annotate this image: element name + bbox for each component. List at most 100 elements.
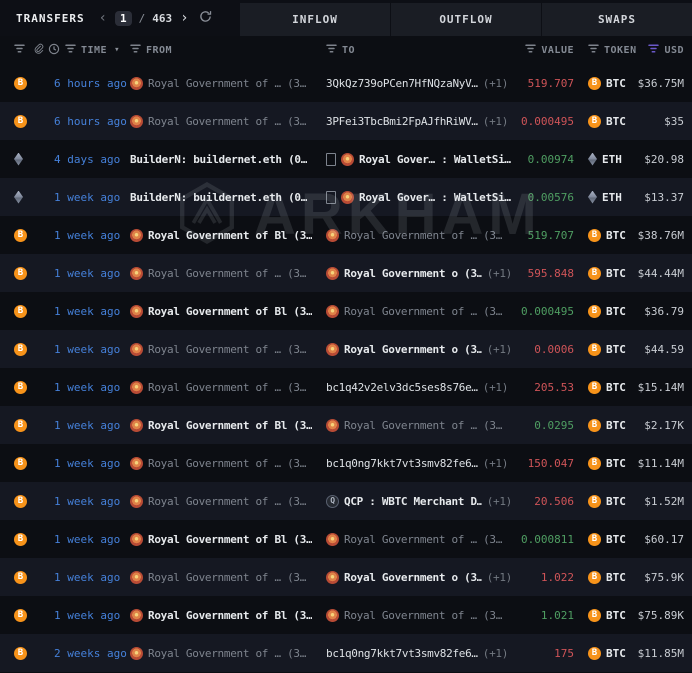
transfer-time[interactable]: 6 hours ago bbox=[42, 115, 130, 128]
filter-icon[interactable] bbox=[525, 44, 536, 56]
from-entity[interactable]: BuilderN: buildernet.eth (0… bbox=[130, 153, 307, 166]
to-entity[interactable]: Royal Government of … (3… bbox=[344, 305, 502, 318]
token-cell[interactable]: BBTC bbox=[574, 115, 636, 128]
to-entity[interactable]: Royal Government o (3… bbox=[344, 267, 482, 280]
from-cell[interactable]: Royal Government of … (3… bbox=[130, 77, 326, 90]
token-cell[interactable]: BBTC bbox=[574, 267, 636, 280]
to-cell[interactable]: bc1q0ng7kkt7vt3smv82fe6…(+1) bbox=[326, 457, 512, 470]
transfer-time[interactable]: 2 weeks ago bbox=[42, 647, 130, 660]
to-cell[interactable]: Royal Government of … (3… bbox=[326, 533, 512, 546]
from-entity[interactable]: Royal Government of … (3… bbox=[148, 115, 306, 128]
to-entity[interactable]: Royal Gover… : WalletSi… bbox=[359, 191, 511, 204]
table-row[interactable]: 1 week ago BuilderN: buildernet.eth (0… … bbox=[0, 178, 692, 216]
token-cell[interactable]: BBTC bbox=[574, 229, 636, 242]
transfer-time[interactable]: 6 hours ago bbox=[42, 77, 130, 90]
from-cell[interactable]: Royal Government of Bl (3… bbox=[130, 305, 326, 318]
tab-swaps[interactable]: SWAPS bbox=[541, 3, 692, 36]
to-cell[interactable]: Royal Gover… : WalletSi… bbox=[326, 191, 512, 204]
column-header-value[interactable]: VALUE bbox=[512, 44, 574, 56]
token-cell[interactable]: BBTC bbox=[574, 343, 636, 356]
to-entity[interactable]: Royal Government o (3… bbox=[344, 571, 482, 584]
to-cell[interactable]: bc1q0ng7kkt7vt3smv82fe6…(+1) bbox=[326, 647, 512, 660]
transfer-time[interactable]: 1 week ago bbox=[42, 571, 130, 584]
to-cell[interactable]: bc1q42v2elv3dc5ses8s76e…(+1) bbox=[326, 381, 512, 394]
token-cell[interactable]: BBTC bbox=[574, 77, 636, 90]
to-cell[interactable]: Royal Government of … (3… bbox=[326, 609, 512, 622]
filter-icon[interactable] bbox=[588, 44, 599, 56]
from-entity[interactable]: Royal Government of Bl (3… bbox=[148, 419, 312, 432]
transfer-time[interactable]: 1 week ago bbox=[42, 419, 130, 432]
column-header-to[interactable]: TO bbox=[326, 44, 512, 56]
to-entity[interactable]: Royal Government of … (3… bbox=[344, 419, 502, 432]
prev-page-button[interactable]: ‹ bbox=[98, 11, 108, 25]
filter-icon[interactable] bbox=[65, 44, 76, 56]
table-row[interactable]: B 1 week ago Royal Government of Bl (3… … bbox=[0, 216, 692, 254]
from-cell[interactable]: Royal Government of Bl (3… bbox=[130, 229, 326, 242]
column-header-token[interactable]: TOKEN bbox=[574, 44, 636, 56]
tab-inflow[interactable]: INFLOW bbox=[240, 3, 390, 36]
transfer-time[interactable]: 1 week ago bbox=[42, 495, 130, 508]
transfer-time[interactable]: 1 week ago bbox=[42, 457, 130, 470]
from-cell[interactable]: Royal Government of … (3… bbox=[130, 571, 326, 584]
column-header-from[interactable]: FROM bbox=[130, 44, 326, 56]
from-cell[interactable]: Royal Government of Bl (3… bbox=[130, 533, 326, 546]
to-cell[interactable]: 3PFei3TbcBmi2FpAJfhRiWV…(+1) bbox=[326, 115, 512, 128]
transfer-time[interactable]: 1 week ago bbox=[42, 609, 130, 622]
to-entity[interactable]: 3PFei3TbcBmi2FpAJfhRiWV… bbox=[326, 115, 478, 128]
from-cell[interactable]: Royal Government of … (3… bbox=[130, 343, 326, 356]
table-row[interactable]: 4 days ago BuilderN: buildernet.eth (0… … bbox=[0, 140, 692, 178]
from-cell[interactable]: Royal Government of … (3… bbox=[130, 267, 326, 280]
from-cell[interactable]: Royal Government of Bl (3… bbox=[130, 419, 326, 432]
transfer-time[interactable]: 1 week ago bbox=[42, 381, 130, 394]
transfer-time[interactable]: 1 week ago bbox=[42, 191, 130, 204]
to-cell[interactable]: Royal Government o (3…(+1) bbox=[326, 267, 512, 280]
filter-icon[interactable] bbox=[14, 44, 25, 56]
from-entity[interactable]: Royal Government of Bl (3… bbox=[148, 533, 312, 546]
to-entity[interactable]: Royal Government o (3… bbox=[344, 343, 482, 356]
token-cell[interactable]: ETH bbox=[574, 191, 636, 204]
from-entity[interactable]: BuilderN: buildernet.eth (0… bbox=[130, 191, 307, 204]
table-row[interactable]: B 2 weeks ago Royal Government of … (3… … bbox=[0, 634, 692, 672]
to-cell[interactable]: QQCP : WBTC Merchant D…(+1) bbox=[326, 495, 512, 508]
filter-icon[interactable] bbox=[326, 44, 337, 56]
from-entity[interactable]: Royal Government of Bl (3… bbox=[148, 229, 312, 242]
transfer-time[interactable]: 1 week ago bbox=[42, 229, 130, 242]
next-page-button[interactable]: › bbox=[179, 11, 189, 25]
token-cell[interactable]: BBTC bbox=[574, 647, 636, 660]
transfer-time[interactable]: 4 days ago bbox=[42, 153, 130, 166]
from-entity[interactable]: Royal Government of … (3… bbox=[148, 381, 306, 394]
to-entity[interactable]: Royal Government of … (3… bbox=[344, 533, 502, 546]
to-cell[interactable]: Royal Government of … (3… bbox=[326, 419, 512, 432]
to-entity[interactable]: bc1q42v2elv3dc5ses8s76e… bbox=[326, 381, 478, 394]
filter-icon-active[interactable] bbox=[648, 44, 659, 56]
token-cell[interactable]: ETH bbox=[574, 153, 636, 166]
from-entity[interactable]: Royal Government of … (3… bbox=[148, 457, 306, 470]
from-entity[interactable]: Royal Government of … (3… bbox=[148, 343, 306, 356]
transfers-tab[interactable]: TRANSFERS ‹ 1 / 463 › bbox=[0, 0, 240, 36]
from-entity[interactable]: Royal Government of … (3… bbox=[148, 647, 306, 660]
transfer-time[interactable]: 1 week ago bbox=[42, 343, 130, 356]
to-entity[interactable]: QCP : WBTC Merchant D… bbox=[344, 495, 482, 508]
token-cell[interactable]: BBTC bbox=[574, 457, 636, 470]
table-row[interactable]: B 1 week ago Royal Government of … (3… R… bbox=[0, 330, 692, 368]
token-cell[interactable]: BBTC bbox=[574, 609, 636, 622]
from-entity[interactable]: Royal Government of … (3… bbox=[148, 571, 306, 584]
table-row[interactable]: B 1 week ago Royal Government of Bl (3… … bbox=[0, 292, 692, 330]
transfer-time[interactable]: 1 week ago bbox=[42, 267, 130, 280]
token-cell[interactable]: BBTC bbox=[574, 419, 636, 432]
from-entity[interactable]: Royal Government of … (3… bbox=[148, 495, 306, 508]
from-entity[interactable]: Royal Government of … (3… bbox=[148, 77, 306, 90]
table-row[interactable]: B 1 week ago Royal Government of … (3… b… bbox=[0, 368, 692, 406]
from-cell[interactable]: BuilderN: buildernet.eth (0… bbox=[130, 191, 326, 204]
token-cell[interactable]: BBTC bbox=[574, 571, 636, 584]
to-entity[interactable]: bc1q0ng7kkt7vt3smv82fe6… bbox=[326, 457, 478, 470]
filter-icon[interactable] bbox=[130, 44, 141, 56]
from-cell[interactable]: BuilderN: buildernet.eth (0… bbox=[130, 153, 326, 166]
to-cell[interactable]: Royal Government o (3…(+1) bbox=[326, 571, 512, 584]
token-cell[interactable]: BBTC bbox=[574, 305, 636, 318]
from-cell[interactable]: Royal Government of … (3… bbox=[130, 115, 326, 128]
from-cell[interactable]: Royal Government of Bl (3… bbox=[130, 609, 326, 622]
column-header-usd[interactable]: USD bbox=[636, 44, 684, 56]
from-entity[interactable]: Royal Government of Bl (3… bbox=[148, 609, 312, 622]
to-cell[interactable]: Royal Government of … (3… bbox=[326, 229, 512, 242]
